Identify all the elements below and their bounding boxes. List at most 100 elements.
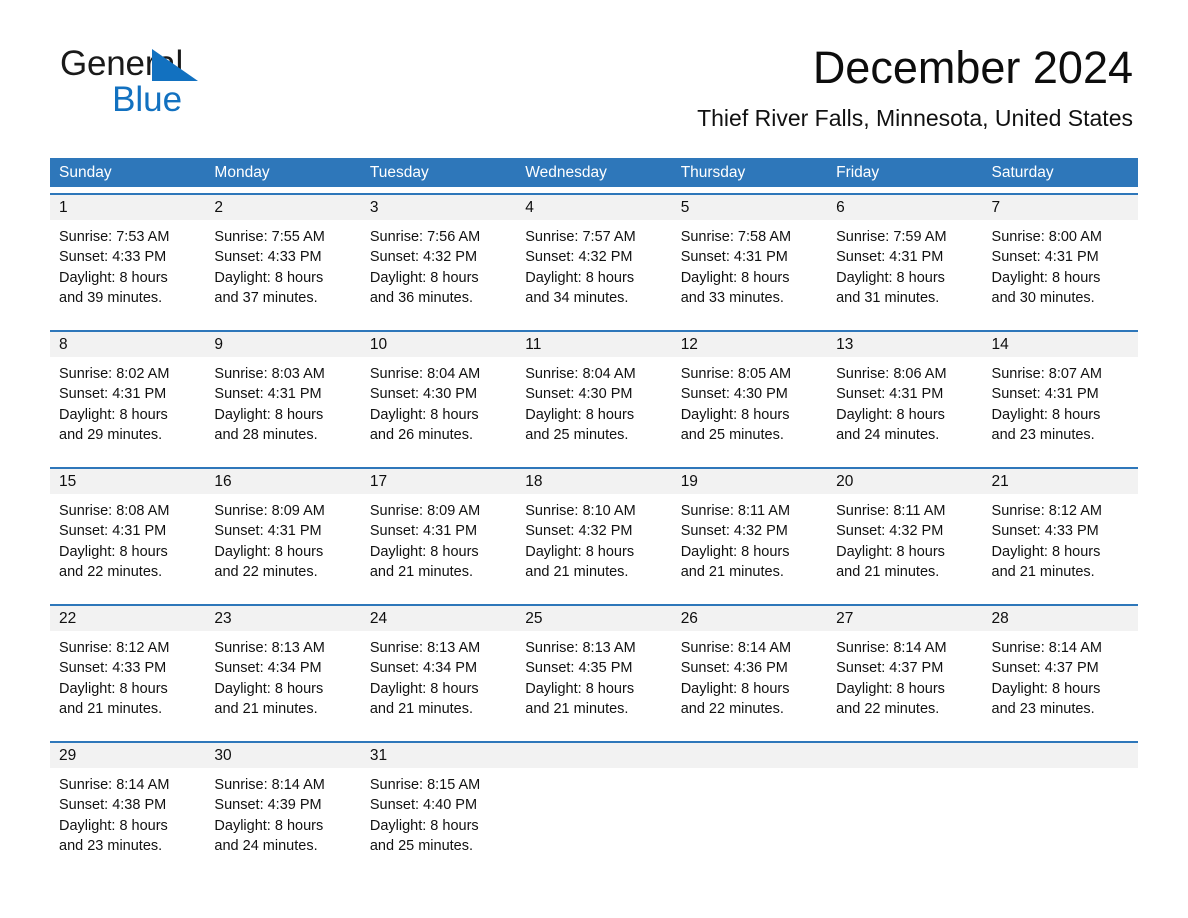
day-cell[interactable]: Sunrise: 8:13 AM Sunset: 4:34 PM Dayligh… <box>361 631 516 735</box>
daylight-text-line2: and 21 minutes. <box>836 563 940 580</box>
day-number: 21 <box>991 473 1009 490</box>
day-cell[interactable]: Sunrise: 8:00 AM Sunset: 4:31 PM Dayligh… <box>983 220 1138 324</box>
daylight-text-line2: and 37 minutes. <box>214 289 318 306</box>
daylight-text-line1: Daylight: 8 hours <box>59 269 168 286</box>
sunset-text: Sunset: 4:31 PM <box>991 249 1099 266</box>
day-cell[interactable]: Sunrise: 8:12 AM Sunset: 4:33 PM Dayligh… <box>983 494 1138 598</box>
day-cell[interactable]: Sunrise: 7:55 AM Sunset: 4:33 PM Dayligh… <box>205 220 360 324</box>
day-number: 20 <box>836 473 854 490</box>
sunrise-text: Sunrise: 8:11 AM <box>836 503 946 519</box>
day-number-band: 29 30 31 <box>50 743 1138 768</box>
daylight-text-line1: Daylight: 8 hours <box>59 680 168 697</box>
day-number: 15 <box>59 473 77 490</box>
day-cell[interactable]: Sunrise: 8:14 AM Sunset: 4:39 PM Dayligh… <box>205 768 360 872</box>
calendar-week-row: 29 30 31 Sunrise: 8:14 AM Sunset: 4:38 P… <box>50 741 1138 872</box>
sunrise-text: Sunrise: 7:56 AM <box>369 229 481 245</box>
day-cell[interactable]: Sunrise: 8:14 AM Sunset: 4:36 PM Dayligh… <box>672 631 827 735</box>
day-cell[interactable]: Sunrise: 8:10 AM Sunset: 4:32 PM Dayligh… <box>516 494 671 598</box>
sunset-text: Sunset: 4:31 PM <box>836 386 944 403</box>
sunset-text: Sunset: 4:30 PM <box>525 386 633 403</box>
daylight-text-line2: and 22 minutes. <box>59 563 163 580</box>
day-cell[interactable]: Sunrise: 7:53 AM Sunset: 4:33 PM Dayligh… <box>50 220 205 324</box>
daylight-text-line1: Daylight: 8 hours <box>991 269 1101 286</box>
day-number: 19 <box>680 473 698 490</box>
day-number: 9 <box>214 336 224 353</box>
daylight-text-line1: Daylight: 8 hours <box>369 817 479 834</box>
day-detail-row: Sunrise: 8:12 AM Sunset: 4:33 PM Dayligh… <box>50 631 1138 735</box>
day-number: 30 <box>214 747 232 764</box>
sunrise-text: Sunrise: 7:55 AM <box>214 229 325 245</box>
day-number-band: 1 2 3 4 5 6 7 <box>50 195 1138 220</box>
sunset-text: Sunset: 4:31 PM <box>59 386 167 403</box>
sunset-text: Sunset: 4:31 PM <box>836 249 944 266</box>
day-cell[interactable]: Sunrise: 7:58 AM Sunset: 4:31 PM Dayligh… <box>672 220 827 324</box>
daylight-text-line2: and 21 minutes. <box>59 700 163 717</box>
daylight-text-line1: Daylight: 8 hours <box>214 817 324 834</box>
day-cell[interactable]: Sunrise: 8:12 AM Sunset: 4:33 PM Dayligh… <box>50 631 205 735</box>
day-cell[interactable]: Sunrise: 8:08 AM Sunset: 4:31 PM Dayligh… <box>50 494 205 598</box>
daylight-text-line2: and 25 minutes. <box>680 426 784 443</box>
day-cell[interactable]: Sunrise: 8:14 AM Sunset: 4:37 PM Dayligh… <box>827 631 982 735</box>
day-cell-empty <box>516 768 671 872</box>
sunrise-text: Sunrise: 8:14 AM <box>59 777 170 793</box>
day-number: 10 <box>369 336 388 353</box>
weekday-header-row: Sunday Monday Tuesday Wednesday Thursday… <box>50 158 1138 187</box>
day-cell[interactable]: Sunrise: 8:02 AM Sunset: 4:31 PM Dayligh… <box>50 357 205 461</box>
day-number: 26 <box>680 610 698 627</box>
sunrise-text: Sunrise: 8:03 AM <box>214 366 325 382</box>
day-number: 7 <box>991 199 1001 216</box>
general-blue-logo: General Blue <box>60 46 198 117</box>
day-cell[interactable]: Sunrise: 8:09 AM Sunset: 4:31 PM Dayligh… <box>205 494 360 598</box>
sunset-text: Sunset: 4:31 PM <box>369 523 478 540</box>
day-cell[interactable]: Sunrise: 8:13 AM Sunset: 4:34 PM Dayligh… <box>205 631 360 735</box>
day-cell[interactable]: Sunrise: 8:03 AM Sunset: 4:31 PM Dayligh… <box>205 357 360 461</box>
day-number: 28 <box>991 610 1009 627</box>
title-block: December 2024 Thief River Falls, Minneso… <box>697 44 1133 132</box>
daylight-text-line1: Daylight: 8 hours <box>214 269 324 286</box>
daylight-text-line2: and 21 minutes. <box>680 563 784 580</box>
daylight-text-line2: and 39 minutes. <box>59 289 163 306</box>
day-cell[interactable]: Sunrise: 8:04 AM Sunset: 4:30 PM Dayligh… <box>516 357 671 461</box>
daylight-text-line1: Daylight: 8 hours <box>369 406 479 423</box>
day-cell[interactable]: Sunrise: 8:06 AM Sunset: 4:31 PM Dayligh… <box>827 357 982 461</box>
daylight-text-line1: Daylight: 8 hours <box>59 543 168 560</box>
calendar-week-row: 22 23 24 25 26 27 28 Sunrise: 8:12 AM Su… <box>50 604 1138 735</box>
daylight-text-line2: and 21 minutes. <box>214 700 318 717</box>
day-cell[interactable]: Sunrise: 7:56 AM Sunset: 4:32 PM Dayligh… <box>361 220 516 324</box>
day-cell[interactable]: Sunrise: 8:04 AM Sunset: 4:30 PM Dayligh… <box>361 357 516 461</box>
day-cell[interactable]: Sunrise: 8:13 AM Sunset: 4:35 PM Dayligh… <box>516 631 671 735</box>
daylight-text-line1: Daylight: 8 hours <box>991 406 1101 423</box>
daylight-text-line1: Daylight: 8 hours <box>214 406 324 423</box>
sunset-text: Sunset: 4:30 PM <box>369 386 478 403</box>
day-cell[interactable]: Sunrise: 7:59 AM Sunset: 4:31 PM Dayligh… <box>827 220 982 324</box>
sunrise-text: Sunrise: 8:13 AM <box>369 640 481 656</box>
day-cell[interactable]: Sunrise: 8:15 AM Sunset: 4:40 PM Dayligh… <box>361 768 516 872</box>
sunset-text: Sunset: 4:31 PM <box>59 523 167 540</box>
day-number: 17 <box>369 473 388 490</box>
day-cell[interactable]: Sunrise: 8:07 AM Sunset: 4:31 PM Dayligh… <box>983 357 1138 461</box>
day-cell[interactable]: Sunrise: 8:11 AM Sunset: 4:32 PM Dayligh… <box>672 494 827 598</box>
day-cell[interactable]: Sunrise: 8:11 AM Sunset: 4:32 PM Dayligh… <box>827 494 982 598</box>
day-number: 14 <box>991 336 1009 353</box>
weekday-header-sunday: Sunday <box>59 164 112 181</box>
day-number: 8 <box>59 336 68 353</box>
sunrise-text: Sunrise: 8:04 AM <box>525 366 636 382</box>
daylight-text-line1: Daylight: 8 hours <box>369 269 479 286</box>
sunset-text: Sunset: 4:33 PM <box>59 660 167 677</box>
sunset-text: Sunset: 4:32 PM <box>836 523 944 540</box>
day-cell[interactable]: Sunrise: 8:14 AM Sunset: 4:38 PM Dayligh… <box>50 768 205 872</box>
sunset-text: Sunset: 4:31 PM <box>991 386 1099 403</box>
sunrise-text: Sunrise: 8:15 AM <box>369 777 481 793</box>
daylight-text-line2: and 29 minutes. <box>59 426 163 443</box>
daylight-text-line2: and 23 minutes. <box>991 426 1095 443</box>
daylight-text-line1: Daylight: 8 hours <box>680 269 790 286</box>
sunset-text: Sunset: 4:35 PM <box>525 660 633 677</box>
day-cell[interactable]: Sunrise: 8:05 AM Sunset: 4:30 PM Dayligh… <box>672 357 827 461</box>
day-cell[interactable]: Sunrise: 8:09 AM Sunset: 4:31 PM Dayligh… <box>361 494 516 598</box>
day-cell[interactable]: Sunrise: 7:57 AM Sunset: 4:32 PM Dayligh… <box>516 220 671 324</box>
day-detail-row: Sunrise: 8:08 AM Sunset: 4:31 PM Dayligh… <box>50 494 1138 598</box>
sunset-text: Sunset: 4:31 PM <box>214 523 322 540</box>
day-cell[interactable]: Sunrise: 8:14 AM Sunset: 4:37 PM Dayligh… <box>983 631 1138 735</box>
calendar-week-row: 1 2 3 4 5 6 7 Sunrise: 7:53 AM Sunset: 4… <box>50 193 1138 324</box>
sunrise-text: Sunrise: 8:14 AM <box>991 640 1102 656</box>
